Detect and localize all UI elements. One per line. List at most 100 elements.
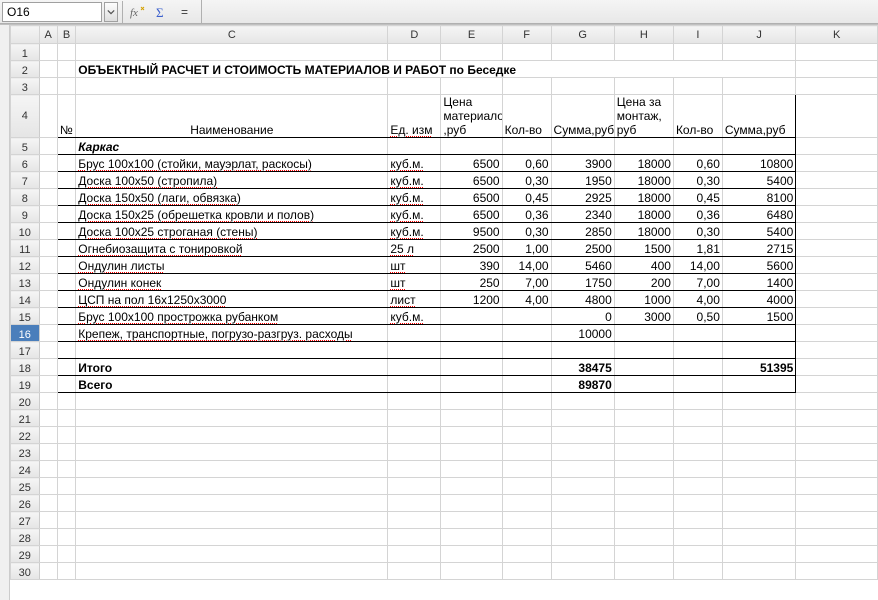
row-header[interactable]: 1 — [11, 44, 40, 61]
cell[interactable] — [39, 274, 57, 291]
row-header[interactable]: 7 — [11, 172, 40, 189]
col-header-B[interactable]: B — [57, 26, 75, 44]
row-header[interactable]: 2 — [11, 61, 40, 78]
cell-sum2[interactable]: 10800 — [722, 155, 795, 172]
cell[interactable] — [39, 393, 57, 410]
cell[interactable] — [796, 257, 878, 274]
cell[interactable] — [796, 223, 878, 240]
itogo-g[interactable]: 38475 — [551, 359, 614, 376]
cell[interactable] — [76, 529, 388, 546]
row-header[interactable]: 11 — [11, 240, 40, 257]
cell-qty[interactable]: 0,45 — [502, 189, 551, 206]
cell[interactable] — [441, 376, 502, 393]
row-header[interactable]: 27 — [11, 512, 40, 529]
cell-qty[interactable]: 0,36 — [502, 206, 551, 223]
cell[interactable] — [388, 342, 441, 359]
cell[interactable] — [57, 291, 75, 308]
cell[interactable] — [796, 61, 878, 78]
itogo-j[interactable]: 51395 — [722, 359, 795, 376]
cell[interactable] — [551, 563, 614, 580]
cell[interactable] — [76, 342, 388, 359]
cell-qty[interactable]: 7,00 — [502, 274, 551, 291]
cell[interactable] — [722, 342, 795, 359]
cell-name[interactable]: Огнебиозащита с тонировкой — [76, 240, 388, 257]
cell[interactable] — [614, 563, 673, 580]
cell[interactable] — [722, 393, 795, 410]
cell-sum2[interactable]: 2715 — [722, 240, 795, 257]
cell[interactable] — [57, 563, 75, 580]
cell[interactable] — [502, 512, 551, 529]
cell[interactable] — [551, 512, 614, 529]
cell[interactable] — [57, 325, 75, 342]
cell[interactable] — [614, 138, 673, 155]
cell[interactable] — [388, 461, 441, 478]
cell-unit[interactable]: 25 л — [388, 240, 441, 257]
col-header-E[interactable]: E — [441, 26, 502, 44]
cell[interactable] — [502, 444, 551, 461]
cell-price[interactable]: 9500 — [441, 223, 502, 240]
cell[interactable] — [57, 172, 75, 189]
cell-price-mount[interactable]: 1500 — [614, 240, 673, 257]
cell[interactable] — [502, 495, 551, 512]
header-qty2[interactable]: Кол-во — [673, 95, 722, 138]
cell[interactable] — [614, 359, 673, 376]
cell[interactable] — [551, 138, 614, 155]
col-header-K[interactable]: K — [796, 26, 878, 44]
cell[interactable] — [57, 546, 75, 563]
cell[interactable] — [673, 359, 722, 376]
cell-price-mount[interactable]: 18000 — [614, 155, 673, 172]
col-header-G[interactable]: G — [551, 26, 614, 44]
cell[interactable] — [388, 444, 441, 461]
cell[interactable] — [39, 155, 57, 172]
cell[interactable] — [57, 155, 75, 172]
cell[interactable] — [796, 240, 878, 257]
cell[interactable] — [673, 461, 722, 478]
cell[interactable] — [796, 461, 878, 478]
cell[interactable] — [441, 427, 502, 444]
equals-icon[interactable]: = — [177, 3, 195, 21]
cell-sum[interactable]: 1950 — [551, 172, 614, 189]
cell-qty2[interactable]: 0,50 — [673, 308, 722, 325]
cell-sum2[interactable]: 1500 — [722, 308, 795, 325]
row-header[interactable]: 26 — [11, 495, 40, 512]
cell[interactable] — [673, 563, 722, 580]
row-header[interactable]: 3 — [11, 78, 40, 95]
cell[interactable] — [388, 78, 441, 95]
cell-qty2[interactable]: 14,00 — [673, 257, 722, 274]
cell-unit[interactable]: куб.м. — [388, 223, 441, 240]
cell[interactable] — [57, 376, 75, 393]
cell[interactable] — [388, 359, 441, 376]
cell[interactable] — [57, 223, 75, 240]
cell[interactable] — [39, 61, 57, 78]
cell[interactable] — [722, 512, 795, 529]
row-header[interactable]: 15 — [11, 308, 40, 325]
cell[interactable] — [614, 376, 673, 393]
cell[interactable] — [796, 308, 878, 325]
cell[interactable] — [57, 61, 75, 78]
cell[interactable] — [39, 495, 57, 512]
cell[interactable] — [388, 410, 441, 427]
cell[interactable] — [722, 427, 795, 444]
cell[interactable] — [39, 78, 57, 95]
cell-price-mount[interactable]: 3000 — [614, 308, 673, 325]
cell[interactable] — [441, 78, 502, 95]
cell-qty2[interactable]: 0,30 — [673, 172, 722, 189]
cell[interactable] — [796, 427, 878, 444]
cell[interactable] — [722, 376, 795, 393]
cell-qty2[interactable]: 0,30 — [673, 223, 722, 240]
header-price-mount[interactable]: Цена за монтаж, руб — [614, 95, 673, 138]
row-header[interactable]: 30 — [11, 563, 40, 580]
cell[interactable] — [76, 495, 388, 512]
cell[interactable] — [673, 427, 722, 444]
cell[interactable] — [39, 342, 57, 359]
cell[interactable] — [76, 563, 388, 580]
cell-sum2[interactable]: 5400 — [722, 172, 795, 189]
title-cell[interactable]: ОБЪЕКТНЫЙ РАСЧЕТ И СТОИМОСТЬ МАТЕРИАЛОВ … — [76, 61, 796, 78]
header-qty1[interactable]: Кол-во — [502, 95, 551, 138]
cell[interactable] — [796, 78, 878, 95]
cell[interactable] — [796, 359, 878, 376]
cell-qty[interactable]: 1,00 — [502, 240, 551, 257]
cell[interactable] — [502, 393, 551, 410]
cell-price[interactable]: 390 — [441, 257, 502, 274]
cell[interactable] — [39, 189, 57, 206]
